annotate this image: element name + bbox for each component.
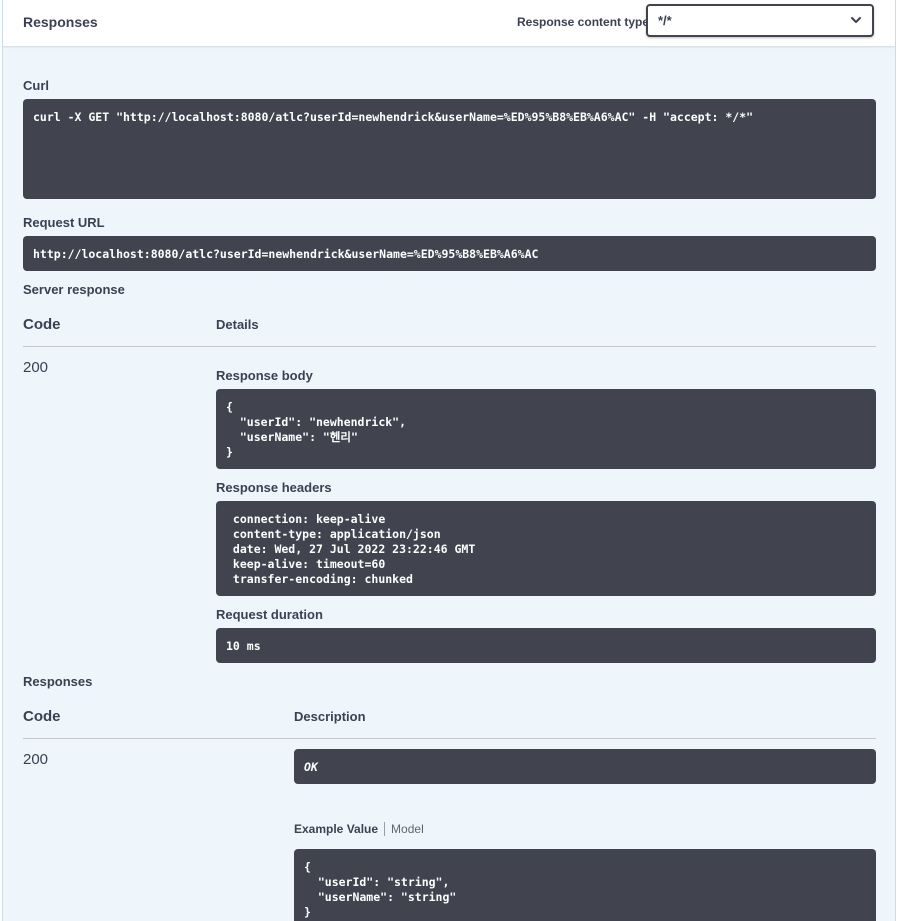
server-response-code-header: Code bbox=[23, 316, 61, 333]
response-content-type-value: */* bbox=[658, 13, 672, 28]
response-content-type-label: Response content type bbox=[517, 15, 650, 29]
responses-panel: Responses Response content type */* Curl… bbox=[2, 0, 896, 921]
chevron-down-icon bbox=[851, 17, 861, 23]
tab-example-value[interactable]: Example Value bbox=[294, 822, 386, 836]
response-body-label: Response body bbox=[216, 368, 313, 383]
response-content-type-select[interactable]: */* bbox=[646, 4, 874, 37]
curl-label: Curl bbox=[23, 78, 49, 93]
curl-command-block[interactable]: curl -X GET "http://localhost:8080/atlc?… bbox=[23, 99, 876, 199]
server-response-code: 200 bbox=[23, 359, 49, 376]
responses-header-title: Responses bbox=[23, 14, 98, 30]
curl-command-text: curl -X GET "http://localhost:8080/atlc?… bbox=[33, 110, 754, 124]
request-duration-block: 10 ms bbox=[216, 628, 876, 663]
response-body-text: { "userId": "newhendrick", "userName": "… bbox=[226, 400, 407, 459]
responses-code: 200 bbox=[23, 751, 49, 768]
example-value-block[interactable]: { "userId": "string", "userName": "strin… bbox=[294, 849, 876, 921]
server-response-divider bbox=[23, 346, 876, 347]
request-url-block[interactable]: http://localhost:8080/atlc?userId=newhen… bbox=[23, 236, 876, 271]
response-headers-block[interactable]: connection: keep-alive content-type: app… bbox=[216, 501, 876, 596]
response-body-block[interactable]: { "userId": "newhendrick", "userName": "… bbox=[216, 389, 876, 469]
tab-model[interactable]: Model bbox=[385, 822, 424, 836]
example-model-tabs: Example Value Model bbox=[294, 822, 424, 838]
response-headers-text: connection: keep-alive content-type: app… bbox=[232, 512, 476, 586]
responses-header-bar: Responses Response content type */* bbox=[3, 0, 895, 46]
responses-code-header: Code bbox=[23, 708, 61, 725]
responses-description-block: OK bbox=[294, 749, 876, 784]
request-duration-text: 10 ms bbox=[226, 639, 261, 653]
responses-description-text: OK bbox=[304, 760, 318, 774]
request-url-label: Request URL bbox=[23, 215, 105, 230]
example-value-text: { "userId": "string", "userName": "strin… bbox=[304, 860, 457, 919]
request-duration-label: Request duration bbox=[216, 607, 323, 622]
responses-divider bbox=[23, 738, 876, 739]
server-response-label: Server response bbox=[23, 282, 125, 297]
responses-label: Responses bbox=[23, 674, 93, 689]
request-url-text: http://localhost:8080/atlc?userId=newhen… bbox=[33, 247, 539, 261]
response-headers-label: Response headers bbox=[216, 480, 332, 495]
server-response-details-header: Details bbox=[216, 317, 259, 332]
responses-description-header: Description bbox=[294, 709, 366, 724]
